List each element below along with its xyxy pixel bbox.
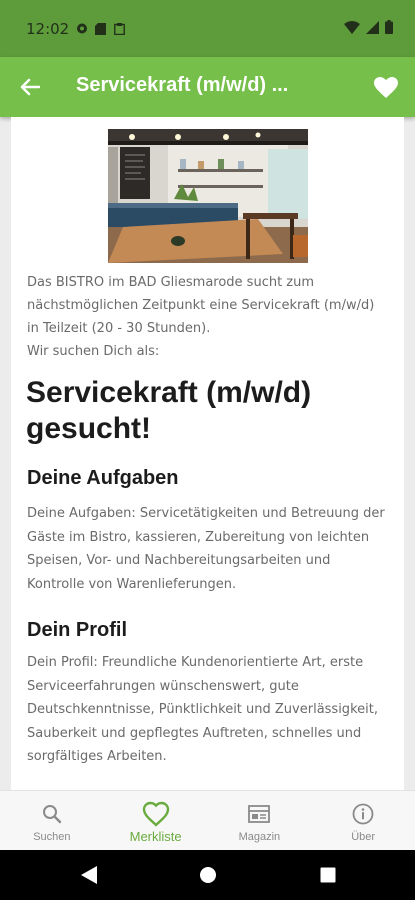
clipboard-icon — [114, 20, 126, 36]
nav-label-merkliste: Merkliste — [129, 829, 182, 844]
bistro-photo — [108, 129, 308, 263]
tasks-heading: Deine Aufgaben — [27, 467, 179, 489]
tasks-text: Deine Aufgaben: Servicetätigkeiten und B… — [27, 506, 385, 592]
job-headline: Servicekraft (m/w/d) gesucht! — [26, 376, 312, 445]
search-icon — [42, 805, 62, 824]
system-back-button[interactable] — [80, 865, 98, 889]
status-time: 12:02 — [26, 20, 70, 38]
intro-text: Das BISTRO im BAD Gliesmarode sucht zum … — [27, 275, 375, 359]
square-recents-icon — [320, 867, 336, 883]
nav-item-ueber[interactable]: Über — [311, 791, 415, 850]
battery-icon — [385, 19, 393, 38]
chat-notification-icon — [76, 20, 88, 34]
newspaper-icon — [248, 805, 271, 823]
nav-item-suchen[interactable]: Suchen — [0, 791, 104, 850]
nav-item-merkliste[interactable]: Merkliste — [104, 791, 208, 850]
notification-icons — [76, 20, 126, 36]
job-detail-card: Das BISTRO im BAD Gliesmarode sucht zum … — [11, 117, 404, 790]
system-status-icons — [344, 19, 393, 38]
arrow-left-icon — [20, 78, 40, 96]
sd-card-icon — [95, 20, 107, 35]
info-icon — [352, 803, 374, 825]
profile-text: Dein Profil: Freundliche Kundenorientier… — [27, 655, 378, 764]
nav-label-ueber: Über — [351, 831, 376, 843]
favorite-button[interactable] — [371, 72, 401, 102]
system-recents-button[interactable] — [319, 865, 337, 889]
app-bar: Servicekraft (m/w/d) ... — [0, 57, 415, 117]
page-title: Servicekraft (m/w/d) ... — [76, 74, 289, 96]
nav-item-magazin[interactable]: Magazin — [208, 791, 312, 850]
system-home-button[interactable] — [199, 865, 217, 889]
wifi-icon — [344, 19, 360, 38]
nav-label-suchen: Suchen — [33, 831, 71, 843]
bottom-navigation: Suchen Merkliste Magazin Über — [0, 790, 415, 850]
nav-label-magazin: Magazin — [238, 831, 281, 843]
heart-icon — [374, 76, 398, 98]
circle-home-icon — [200, 867, 216, 883]
system-navigation-bar — [0, 850, 415, 900]
back-button[interactable] — [14, 71, 46, 103]
status-bar: 12:02 — [0, 0, 415, 57]
signal-icon — [366, 19, 379, 38]
profile-heading: Dein Profil — [27, 619, 128, 641]
triangle-back-icon — [81, 866, 97, 884]
heart-outline-icon — [142, 801, 169, 827]
